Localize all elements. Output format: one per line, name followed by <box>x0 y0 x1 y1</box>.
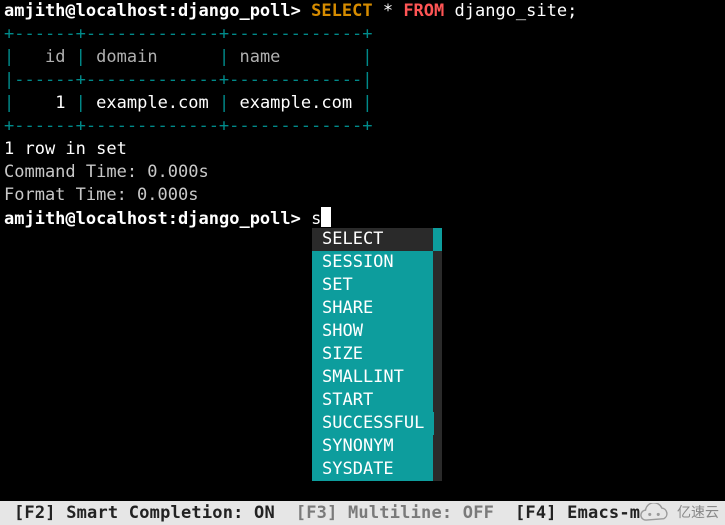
autocomplete-item-label: SYSDATE <box>322 458 394 481</box>
row-count: 1 row in set <box>4 138 721 161</box>
autocomplete-item-label: SUCCESSFUL <box>322 412 424 435</box>
format-time: Format Time: 0.000s <box>4 184 721 207</box>
sql-select-keyword: SELECT <box>311 1 372 21</box>
cell-id: 1 <box>55 93 65 113</box>
autocomplete-item-label: SIZE <box>322 343 363 366</box>
autocomplete-item[interactable]: START <box>312 389 442 412</box>
autocomplete-scrollbar-segment[interactable] <box>433 320 442 343</box>
autocomplete-popup[interactable]: SELECTSESSIONSETSHARESHOWSIZESMALLINTSTA… <box>312 228 442 481</box>
autocomplete-item[interactable]: SMALLINT <box>312 366 442 389</box>
cloud-icon <box>637 503 671 523</box>
prompt-db: django_poll <box>178 1 291 21</box>
sql-table-name: django_site <box>455 1 568 21</box>
autocomplete-item[interactable]: SUCCESSFUL <box>312 412 442 435</box>
column-header: domain <box>96 47 157 67</box>
prompt-line-1: amjith@localhost:django_poll> SELECT * F… <box>4 0 721 23</box>
table-row: | 1 | example.com | example.com | <box>4 92 721 115</box>
typed-input[interactable]: s <box>311 209 321 229</box>
autocomplete-scrollbar-segment[interactable] <box>433 343 442 366</box>
autocomplete-item-label: SET <box>322 274 353 297</box>
autocomplete-scrollbar-segment[interactable] <box>433 389 442 412</box>
sql-from-keyword: FROM <box>403 1 444 21</box>
watermark: 亿速云 <box>637 501 719 525</box>
autocomplete-item[interactable]: SELECT <box>312 228 442 251</box>
cell-name: example.com <box>239 93 352 113</box>
autocomplete-item-label: SHARE <box>322 297 373 320</box>
table-header-row: | id | domain | name | <box>4 46 721 69</box>
table-border: |------+-------------+-------------| <box>4 69 721 92</box>
terminal-output: amjith@localhost:django_poll> SELECT * F… <box>0 0 725 231</box>
watermark-text: 亿速云 <box>677 502 719 525</box>
table-border: +------+-------------+-------------+ <box>4 23 721 46</box>
status-toolbar: [F2] Smart Completion: ON [F3] Multiline… <box>0 501 725 525</box>
autocomplete-scrollbar-segment[interactable] <box>433 274 442 297</box>
autocomplete-item-label: SYNONYM <box>322 435 394 458</box>
autocomplete-item-label: START <box>322 389 373 412</box>
column-header: id <box>45 47 65 67</box>
toolbar-f4[interactable]: [F4] Emacs-m <box>515 502 640 525</box>
autocomplete-item-label: SHOW <box>322 320 363 343</box>
autocomplete-scrollbar-segment[interactable] <box>433 228 442 251</box>
autocomplete-item[interactable]: SHARE <box>312 297 442 320</box>
prompt-suffix: > <box>291 1 301 21</box>
toolbar-f2[interactable]: [F2] Smart Completion: ON <box>14 502 275 525</box>
autocomplete-item-label: SELECT <box>322 228 383 251</box>
toolbar-f3[interactable]: [F3] Multiline: OFF <box>296 502 494 525</box>
autocomplete-scrollbar-segment[interactable] <box>433 458 442 481</box>
autocomplete-item[interactable]: SYNONYM <box>312 435 442 458</box>
autocomplete-scrollbar-segment[interactable] <box>434 412 442 435</box>
table-border: +------+-------------+-------------+ <box>4 115 721 138</box>
autocomplete-scrollbar-segment[interactable] <box>433 251 442 274</box>
command-time: Command Time: 0.000s <box>4 161 721 184</box>
autocomplete-item-label: SMALLINT <box>322 366 404 389</box>
autocomplete-item-label: SESSION <box>322 251 394 274</box>
autocomplete-scrollbar-segment[interactable] <box>433 297 442 320</box>
autocomplete-scrollbar-segment[interactable] <box>433 366 442 389</box>
autocomplete-item[interactable]: SIZE <box>312 343 442 366</box>
prompt-host: localhost <box>76 1 168 21</box>
autocomplete-item[interactable]: SESSION <box>312 251 442 274</box>
cell-domain: example.com <box>96 93 209 113</box>
cursor <box>321 207 331 227</box>
autocomplete-item[interactable]: SYSDATE <box>312 458 442 481</box>
autocomplete-item[interactable]: SHOW <box>312 320 442 343</box>
autocomplete-item[interactable]: SET <box>312 274 442 297</box>
autocomplete-scrollbar-segment[interactable] <box>433 435 442 458</box>
column-header: name <box>239 47 280 67</box>
prompt-user: amjith <box>4 1 65 21</box>
